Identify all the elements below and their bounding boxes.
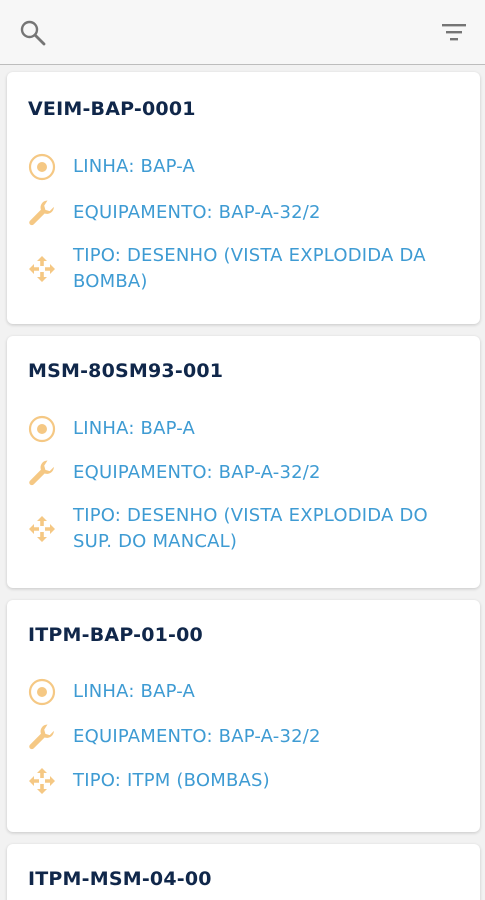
- move-arrows-icon: [29, 516, 55, 542]
- document-card[interactable]: VEIM-BAP-0001 LINHA: BAP-A EQUIPAMENTO: …: [7, 72, 480, 324]
- equipamento-row: EQUIPAMENTO: BAP-A-32/2: [27, 722, 467, 752]
- filter-icon[interactable]: [438, 18, 470, 48]
- document-code: ITPM-BAP-01-00: [28, 624, 203, 646]
- linha-row: LINHA: BAP-A: [27, 414, 467, 444]
- document-code: VEIM-BAP-0001: [28, 98, 196, 120]
- target-icon: [28, 678, 56, 706]
- tipo-row: TIPO: DESENHO (VISTA EXPLODIDA DO SUP. D…: [27, 503, 467, 559]
- move-arrows-icon: [29, 256, 55, 282]
- linha-text: LINHA: BAP-A: [73, 681, 196, 702]
- document-card[interactable]: MSM-80SM93-001 LINHA: BAP-A EQUIPAMENTO:…: [7, 336, 480, 588]
- document-code: ITPM-MSM-04-00: [28, 868, 212, 890]
- tipo-row: TIPO: ITPM (BOMBAS): [27, 766, 467, 796]
- top-toolbar: [0, 0, 485, 65]
- tipo-text: TIPO: DESENHO (VISTA EXPLODIDA DA BOMBA): [73, 245, 426, 292]
- document-code: MSM-80SM93-001: [28, 360, 224, 382]
- search-icon[interactable]: [18, 18, 48, 48]
- target-icon: [28, 153, 56, 181]
- equipamento-text: EQUIPAMENTO: BAP-A-32/2: [73, 726, 321, 747]
- linha-row: LINHA: BAP-A: [27, 677, 467, 707]
- linha-text: LINHA: BAP-A: [73, 418, 196, 439]
- tipo-text: TIPO: ITPM (BOMBAS): [73, 770, 270, 791]
- document-card[interactable]: ITPM-MSM-04-00: [7, 844, 480, 900]
- document-list: VEIM-BAP-0001 LINHA: BAP-A EQUIPAMENTO: …: [0, 66, 485, 900]
- move-arrows-icon: [29, 768, 55, 794]
- equipamento-row: EQUIPAMENTO: BAP-A-32/2: [27, 458, 467, 488]
- linha-text: LINHA: BAP-A: [73, 156, 196, 177]
- tipo-row: TIPO: DESENHO (VISTA EXPLODIDA DA BOMBA): [27, 243, 467, 299]
- document-card[interactable]: ITPM-BAP-01-00 LINHA: BAP-A EQUIPAMENTO:…: [7, 600, 480, 832]
- equipamento-text: EQUIPAMENTO: BAP-A-32/2: [73, 462, 321, 483]
- wrench-icon: [29, 724, 54, 750]
- tipo-text: TIPO: DESENHO (VISTA EXPLODIDA DO SUP. D…: [73, 505, 428, 552]
- target-icon: [28, 415, 56, 443]
- wrench-icon: [29, 460, 54, 486]
- wrench-icon: [29, 200, 54, 226]
- equipamento-row: EQUIPAMENTO: BAP-A-32/2: [27, 198, 467, 228]
- equipamento-text: EQUIPAMENTO: BAP-A-32/2: [73, 202, 321, 223]
- linha-row: LINHA: BAP-A: [27, 152, 467, 182]
